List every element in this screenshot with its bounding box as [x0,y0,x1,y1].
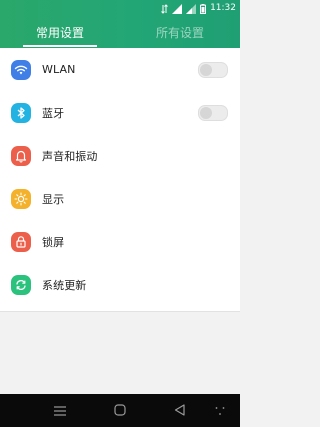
app-header: 11:32 常用设置 所有设置 [0,0,240,48]
setting-label-system-update: 系统更新 [42,278,87,292]
navigation-bar [0,394,240,427]
setting-item-wlan[interactable]: WLAN [0,48,240,91]
setting-item-sound[interactable]: 声音和振动 [0,134,240,177]
status-time: 11:32 [210,3,236,13]
lock-icon [11,231,31,252]
wlan-toggle[interactable] [198,61,228,78]
setting-item-bluetooth[interactable]: 蓝牙 [0,91,240,134]
more-icon [215,401,225,420]
status-bar: 11:32 [0,0,240,16]
signal-icon-2 [186,0,197,18]
back-button[interactable] [165,394,193,427]
menu-button[interactable] [46,394,74,427]
data-arrows-icon [161,0,168,18]
bell-icon [11,145,31,166]
setting-item-system-update[interactable]: 系统更新 [0,263,240,306]
menu-icon [54,401,66,420]
setting-label-bluetooth: 蓝牙 [42,106,65,120]
home-button[interactable] [106,394,134,427]
battery-icon [200,0,207,18]
setting-label-display: 显示 [42,192,65,206]
signal-icon [172,0,183,18]
setting-item-display[interactable]: 显示 [0,177,240,220]
setting-label-wlan: WLAN [42,63,76,76]
tab-common-settings-label: 常用设置 [35,25,84,40]
bluetooth-toggle[interactable] [198,104,228,121]
tab-common-settings[interactable]: 常用设置 [0,16,120,48]
bluetooth-icon [11,102,31,123]
tab-all-settings-label: 所有设置 [155,25,204,40]
tab-all-settings[interactable]: 所有设置 [120,16,240,48]
bluetooth-toggle-knob [200,106,212,119]
setting-label-sound: 声音和振动 [42,149,98,163]
setting-label-lockscreen: 锁屏 [42,235,65,249]
refresh-icon [11,274,31,295]
back-icon [174,401,185,420]
home-icon [114,401,126,420]
wlan-toggle-knob [200,63,212,76]
setting-item-lockscreen[interactable]: 锁屏 [0,220,240,263]
tab-bar: 常用设置 所有设置 [0,16,240,48]
status-bar-right: 11:32 [161,2,236,14]
active-tab-indicator [23,45,97,47]
more-button[interactable] [206,394,234,427]
sun-icon [11,188,31,209]
wifi-icon [11,59,31,80]
settings-list: WLAN 蓝牙 声音和振动 显示 锁屏 系统更新 [0,48,240,312]
